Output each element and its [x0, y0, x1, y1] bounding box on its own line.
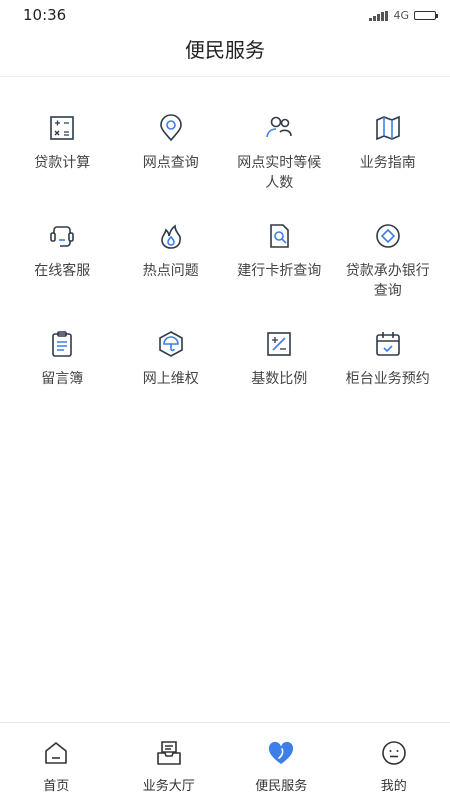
flame-icon — [156, 221, 186, 251]
service-label: 网上维权 — [123, 369, 219, 389]
coin-icon — [373, 221, 403, 251]
service-label: 留言簿 — [14, 369, 110, 389]
tab-label: 我的 — [381, 775, 407, 794]
clipboard-icon — [47, 329, 77, 359]
battery-icon — [414, 11, 436, 20]
service-base-ratio[interactable]: 基数比例 — [225, 321, 334, 429]
status-bar: 10:36 4G — [0, 0, 450, 30]
smiley-face-icon — [380, 739, 408, 767]
nav-header: 便民服务 — [0, 30, 450, 77]
service-online-support[interactable]: 在线客服 — [8, 213, 117, 321]
tab-mine[interactable]: 我的 — [338, 723, 450, 801]
service-label: 建行卡折查询 — [231, 261, 327, 281]
service-loan-bank-query[interactable]: 贷款承办银行查询 — [334, 213, 443, 321]
service-label: 热点问题 — [123, 261, 219, 281]
location-pin-icon — [156, 113, 186, 143]
service-label: 网点实时等候人数 — [231, 153, 327, 193]
tab-home[interactable]: 首页 — [0, 723, 113, 801]
map-icon — [373, 113, 403, 143]
headset-icon — [47, 221, 77, 251]
service-guestbook[interactable]: 留言簿 — [8, 321, 117, 429]
service-grid: 贷款计算 网点查询 网点实时等候人数 业务指南 在 — [8, 105, 442, 429]
service-label: 贷款承办银行查询 — [340, 261, 436, 301]
service-rights-protection[interactable]: 网上维权 — [117, 321, 226, 429]
heart-icon — [267, 739, 295, 767]
tab-label: 首页 — [43, 775, 69, 794]
tab-label: 便民服务 — [255, 775, 307, 794]
service-hot-topics[interactable]: 热点问题 — [117, 213, 226, 321]
document-search-icon — [264, 221, 294, 251]
tab-business-hall[interactable]: 业务大厅 — [113, 723, 226, 801]
status-time: 10:36 — [23, 6, 66, 24]
calendar-check-icon — [373, 329, 403, 359]
service-queue-count[interactable]: 网点实时等候人数 — [225, 105, 334, 213]
status-indicators: 4G — [369, 9, 436, 22]
service-card-passbook-query[interactable]: 建行卡折查询 — [225, 213, 334, 321]
service-label: 网点查询 — [123, 153, 219, 173]
service-label: 在线客服 — [14, 261, 110, 281]
tab-convenience-services[interactable]: 便民服务 — [225, 723, 338, 801]
umbrella-shield-icon — [156, 329, 186, 359]
home-icon — [42, 739, 70, 767]
tab-label: 业务大厅 — [143, 775, 195, 794]
service-label: 贷款计算 — [14, 153, 110, 173]
signal-icon — [369, 11, 388, 21]
inbox-icon — [155, 739, 183, 767]
service-label: 业务指南 — [340, 153, 436, 173]
percent-icon — [264, 329, 294, 359]
network-type: 4G — [393, 9, 409, 22]
page-title: 便民服务 — [185, 38, 265, 62]
service-business-guide[interactable]: 业务指南 — [334, 105, 443, 213]
service-label: 基数比例 — [231, 369, 327, 389]
service-counter-appointment[interactable]: 柜台业务预约 — [334, 321, 443, 429]
service-branch-search[interactable]: 网点查询 — [117, 105, 226, 213]
service-label: 柜台业务预约 — [340, 369, 436, 389]
service-loan-calculator[interactable]: 贷款计算 — [8, 105, 117, 213]
tab-bar: 首页 业务大厅 便民服务 我的 — [0, 722, 450, 801]
calculator-icon — [47, 113, 77, 143]
people-icon — [264, 113, 294, 143]
